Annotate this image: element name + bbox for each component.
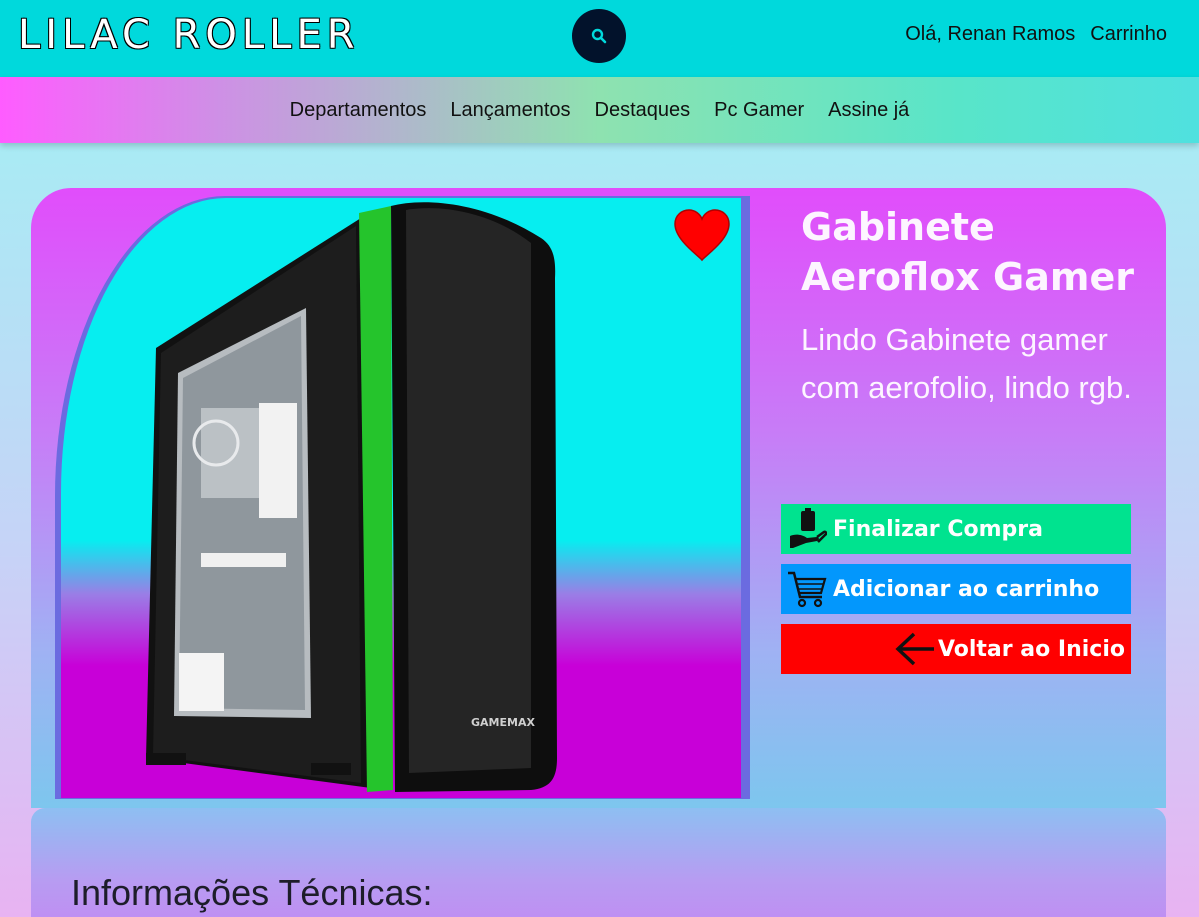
arrow-left-icon — [892, 624, 938, 674]
nav-item-departamentos[interactable]: Departamentos — [290, 99, 427, 122]
favorite-button[interactable] — [673, 208, 731, 266]
main-nav: Departamentos Lançamentos Destaques Pc G… — [0, 77, 1199, 143]
brand-mark: GAMEMAX — [471, 716, 535, 729]
product-card: GAMEMAX Gabinete Aeroflox Gamer Lindo Ga… — [31, 188, 1166, 808]
add-to-cart-label: Adicionar ao carrinho — [833, 576, 1100, 602]
site-logo[interactable]: LILAC ROLLER — [18, 12, 360, 58]
tech-info-title: Informações Técnicas: — [71, 872, 433, 913]
product-image-frame: GAMEMAX — [55, 196, 750, 799]
search-button[interactable] — [572, 9, 626, 63]
search-icon — [591, 28, 607, 44]
checkout-label: Finalizar Compra — [833, 516, 1043, 542]
back-home-label: Voltar ao Inicio — [937, 636, 1125, 662]
cart-link[interactable]: Carrinho — [1090, 23, 1167, 46]
tech-info-section: Informações Técnicas: — [31, 808, 1166, 917]
product-title: Gabinete Aeroflox Gamer — [801, 205, 1134, 299]
hand-bag-icon — [781, 504, 833, 554]
back-home-button[interactable]: Voltar ao Inicio — [781, 624, 1131, 674]
pc-case-illustration: GAMEMAX — [146, 202, 557, 792]
top-bar: LILAC ROLLER Olá, Renan Ramos Carrinho — [0, 0, 1199, 77]
user-greeting-link[interactable]: Olá, Renan Ramos — [905, 23, 1075, 46]
user-nav: Olá, Renan Ramos Carrinho — [905, 23, 1167, 46]
nav-item-assine[interactable]: Assine já — [828, 99, 909, 122]
nav-item-destaques[interactable]: Destaques — [595, 99, 691, 122]
heart-icon — [674, 209, 730, 262]
checkout-button[interactable]: Finalizar Compra — [781, 504, 1131, 554]
nav-item-lancamentos[interactable]: Lançamentos — [450, 99, 570, 122]
product-image: GAMEMAX — [61, 198, 741, 798]
add-to-cart-button[interactable]: Adicionar ao carrinho — [781, 564, 1131, 614]
nav-item-pc-gamer[interactable]: Pc Gamer — [714, 99, 804, 122]
product-description: Lindo Gabinete gamer com aerofolio, lind… — [801, 322, 1132, 405]
cart-icon — [781, 564, 833, 614]
